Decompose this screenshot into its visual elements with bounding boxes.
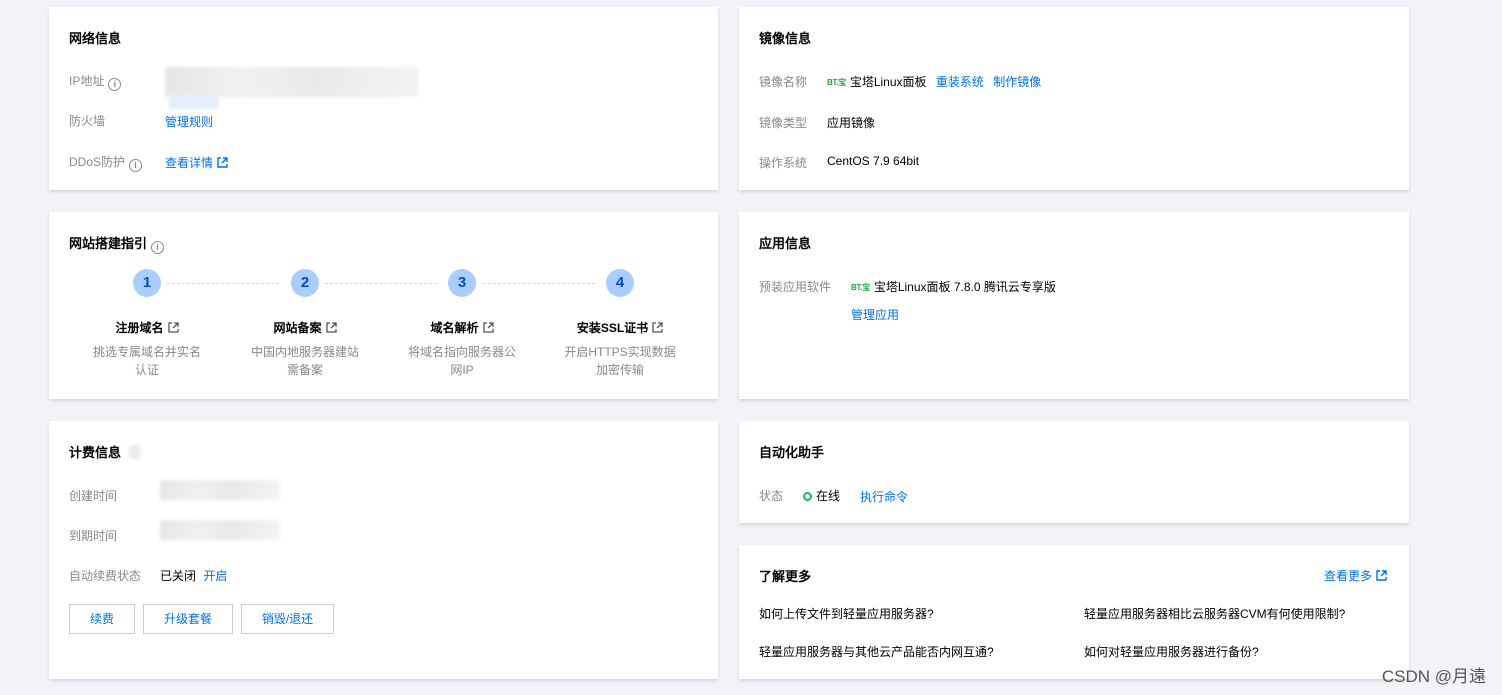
view-more-link[interactable]: 查看更多 [1324, 567, 1387, 584]
manage-app-link[interactable]: 管理应用 [851, 306, 899, 323]
automation-card: 自动化助手 状态 在线 执行命令 [739, 421, 1409, 523]
ip-label: IP地址 i [69, 72, 122, 91]
app-info-card: 应用信息 预装应用软件 BT.宝 宝塔Linux面板 7.8.0 腾讯云专享版 管… [739, 212, 1409, 399]
created-time-redacted [160, 480, 280, 500]
expire-time-redacted [160, 520, 280, 540]
image-name-label: 镜像名称 [759, 75, 808, 89]
image-name-value: BT.宝 宝塔Linux面板 重装系统 制作镜像 [827, 75, 1042, 89]
external-link-icon [482, 322, 494, 333]
faq-link[interactable]: 如何对轻量应用服务器进行备份? [1084, 643, 1259, 660]
step-description: 开启HTTPS实现数据加密传输 [564, 345, 676, 377]
step-connector [167, 283, 279, 284]
step-register-domain[interactable]: 注册域名 [77, 319, 217, 336]
image-type-value: 应用镜像 [827, 116, 876, 130]
external-link-icon [217, 157, 228, 168]
image-info-card: 镜像信息 镜像名称 BT.宝 宝塔Linux面板 重装系统 制作镜像 镜像类型 应… [739, 7, 1409, 190]
faq-link[interactable]: 轻量应用服务器与其他云产品能否内网互通? [759, 643, 994, 660]
website-guide-card: 网站搭建指引 i 1 2 3 4 注册域名 网站备案 域名解析 安装SSL证书 挑… [49, 212, 718, 399]
learn-more-title: 了解更多 [759, 569, 812, 584]
billing-info-title: 计费信息 [69, 445, 122, 460]
created-time-label: 创建时间 [69, 489, 118, 503]
external-link-icon [1376, 570, 1387, 581]
ddos-details-link[interactable]: 查看详情 [165, 154, 228, 171]
ddos-label: DDoS防护 i [69, 153, 143, 172]
step-description: 挑选专属域名并实名认证 [92, 345, 201, 377]
os-value: CentOS 7.9 64bit [827, 154, 920, 168]
step-number: 2 [291, 269, 319, 297]
network-info-title: 网络信息 [69, 31, 122, 46]
status-label: 状态 [759, 489, 784, 503]
firewall-label: 防火墙 [69, 114, 106, 128]
preinstalled-software-value: BT.宝 宝塔Linux面板 7.8.0 腾讯云专享版 [851, 280, 1056, 294]
external-link-icon [167, 322, 179, 333]
step-number: 3 [448, 269, 476, 297]
renew-button[interactable]: 续费 [69, 604, 135, 634]
os-label: 操作系统 [759, 156, 808, 170]
info-icon[interactable]: i [129, 159, 143, 172]
external-link-icon [652, 322, 663, 333]
faq-link[interactable]: 轻量应用服务器相比云服务器CVM有何使用限制? [1084, 605, 1345, 622]
learn-more-card: 了解更多 查看更多 如何上传文件到轻量应用服务器? 轻量应用服务器相比云服务器C… [739, 545, 1409, 679]
info-icon[interactable]: i [108, 78, 122, 91]
execute-command-link[interactable]: 执行命令 [860, 488, 908, 505]
manage-rules-link[interactable]: 管理规则 [165, 113, 213, 130]
online-status-icon [803, 492, 812, 501]
bt-logo-icon: BT.宝 [827, 78, 846, 87]
step-description: 将域名指向服务器公网IP [407, 345, 516, 377]
redacted-mark [129, 445, 141, 459]
info-icon[interactable]: i [151, 241, 165, 254]
external-link-icon [325, 322, 337, 333]
step-website-filing[interactable]: 网站备案 [235, 319, 375, 336]
autorenew-label: 自动续费状态 [69, 569, 142, 583]
step-connector [483, 283, 595, 284]
website-guide-title: 网站搭建指引 i [69, 233, 165, 254]
reinstall-system-link[interactable]: 重装系统 [936, 75, 984, 89]
network-info-card: 网络信息 IP地址 i 防火墙 管理规则 DDoS防护 i 查看详情 [49, 7, 718, 190]
step-install-ssl[interactable]: 安装SSL证书 [550, 319, 690, 336]
step-domain-resolution[interactable]: 域名解析 [392, 319, 532, 336]
autorenew-value: 已关闭 开启 [160, 569, 228, 583]
faq-link[interactable]: 如何上传文件到轻量应用服务器? [759, 605, 934, 622]
billing-info-card: 计费信息 创建时间 到期时间 自动续费状态 已关闭 开启 续费 升级套餐 销毁/… [49, 421, 718, 679]
preinstalled-software-label: 预装应用软件 [759, 280, 832, 294]
image-type-label: 镜像类型 [759, 116, 808, 130]
bt-logo-icon: BT.宝 [851, 283, 870, 292]
automation-title: 自动化助手 [759, 445, 825, 460]
step-number: 1 [133, 269, 161, 297]
status-value: 在线 [803, 487, 840, 504]
watermark: CSDN @月遠 [1381, 667, 1486, 686]
ip-value-redacted-2 [169, 95, 219, 109]
step-number: 4 [606, 269, 634, 297]
destroy-refund-button[interactable]: 销毁/退还 [241, 604, 334, 634]
ip-value-redacted [165, 67, 419, 97]
expire-time-label: 到期时间 [69, 529, 118, 543]
enable-autorenew-link[interactable]: 开启 [203, 569, 227, 583]
step-connector [325, 283, 437, 284]
upgrade-plan-button[interactable]: 升级套餐 [143, 604, 233, 634]
make-image-link[interactable]: 制作镜像 [993, 75, 1041, 89]
app-info-title: 应用信息 [759, 236, 812, 251]
step-description: 中国内地服务器建站需备案 [250, 345, 359, 377]
image-info-title: 镜像信息 [759, 31, 812, 46]
